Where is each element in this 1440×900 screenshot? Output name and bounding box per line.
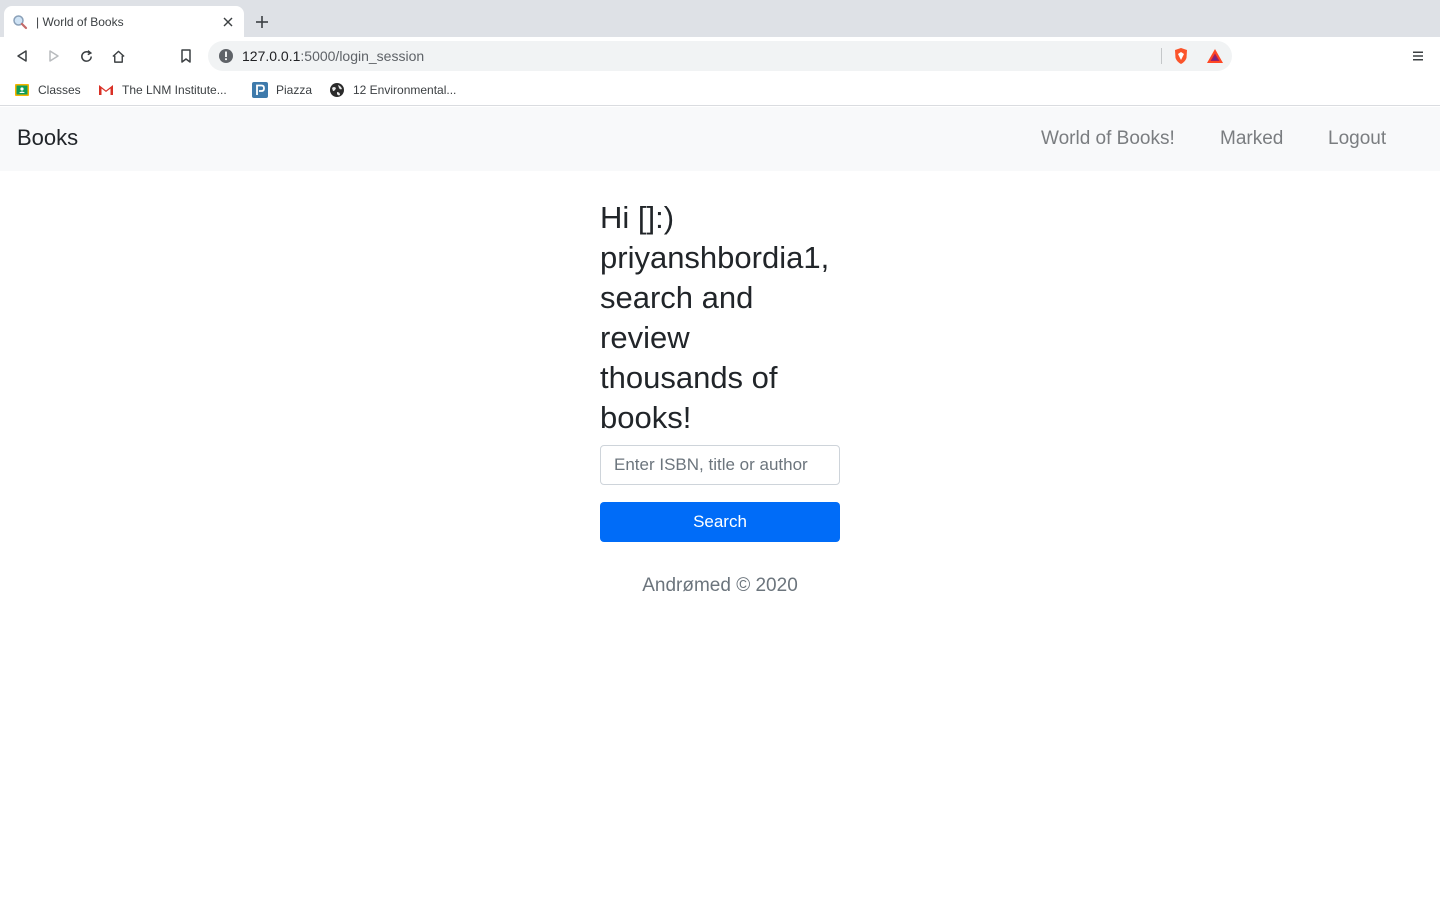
site-info-icon[interactable] [218, 48, 234, 64]
menu-icon[interactable] [1408, 46, 1428, 66]
bookmarks-bar: Classes The LNM Institute... Piazza 12 E… [0, 75, 1440, 106]
browser-tab[interactable]: | World of Books [4, 6, 244, 37]
brave-shields-icon[interactable] [1172, 47, 1190, 65]
footer-copyright: Andrømed © 2020 [642, 575, 798, 596]
greeting-heading: Hi []:) priyanshbordia1, search and revi… [600, 200, 830, 435]
nav-link-world-of-books[interactable]: World of Books! [1041, 128, 1175, 150]
close-tab-icon[interactable] [220, 14, 236, 30]
search-panel: Hi []:) priyanshbordia1, search and revi… [600, 198, 840, 542]
bookmark-environmental[interactable]: 12 Environmental... [329, 81, 456, 99]
bookmark-label: Piazza [276, 83, 313, 97]
new-tab-icon[interactable] [252, 12, 272, 32]
bookmark-lnm-institute[interactable]: The LNM Institute... [98, 81, 227, 99]
forward-icon[interactable] [44, 46, 64, 66]
google-classroom-icon [14, 82, 30, 98]
url-host: 127.0.0.1 [242, 48, 301, 64]
search-input[interactable] [600, 445, 840, 485]
nav-link-marked[interactable]: Marked [1220, 128, 1283, 150]
piazza-icon [252, 82, 268, 98]
gmail-icon [98, 82, 114, 98]
globe-icon [329, 82, 345, 98]
url-path: :5000/login_session [300, 48, 425, 64]
site-navbar: Books World of Books! Marked Logout [0, 107, 1440, 171]
omnibox-divider [1161, 48, 1162, 64]
bookmark-piazza[interactable]: Piazza [252, 81, 312, 99]
back-icon[interactable] [12, 46, 32, 66]
bookmark-label: The LNM Institute... [122, 83, 227, 97]
bookmark-icon[interactable] [176, 46, 196, 66]
bookmark-classes[interactable]: Classes [14, 81, 81, 99]
bookmark-label: 12 Environmental... [353, 83, 457, 97]
home-icon[interactable] [108, 46, 128, 66]
bookmark-label: Classes [38, 83, 81, 97]
address-bar[interactable]: 127.0.0.1:5000/login_session [208, 41, 1232, 71]
browser-toolbar: 127.0.0.1:5000/login_session [0, 37, 1440, 75]
search-button[interactable]: Search [600, 502, 840, 542]
brave-rewards-icon[interactable] [1206, 47, 1224, 65]
search-favicon-icon [12, 14, 28, 30]
tab-strip: | World of Books [0, 0, 1440, 37]
tab-title: | World of Books [36, 14, 124, 29]
reload-icon[interactable] [76, 46, 96, 66]
navbar-brand[interactable]: Books [17, 125, 78, 151]
nav-link-logout[interactable]: Logout [1328, 128, 1386, 150]
